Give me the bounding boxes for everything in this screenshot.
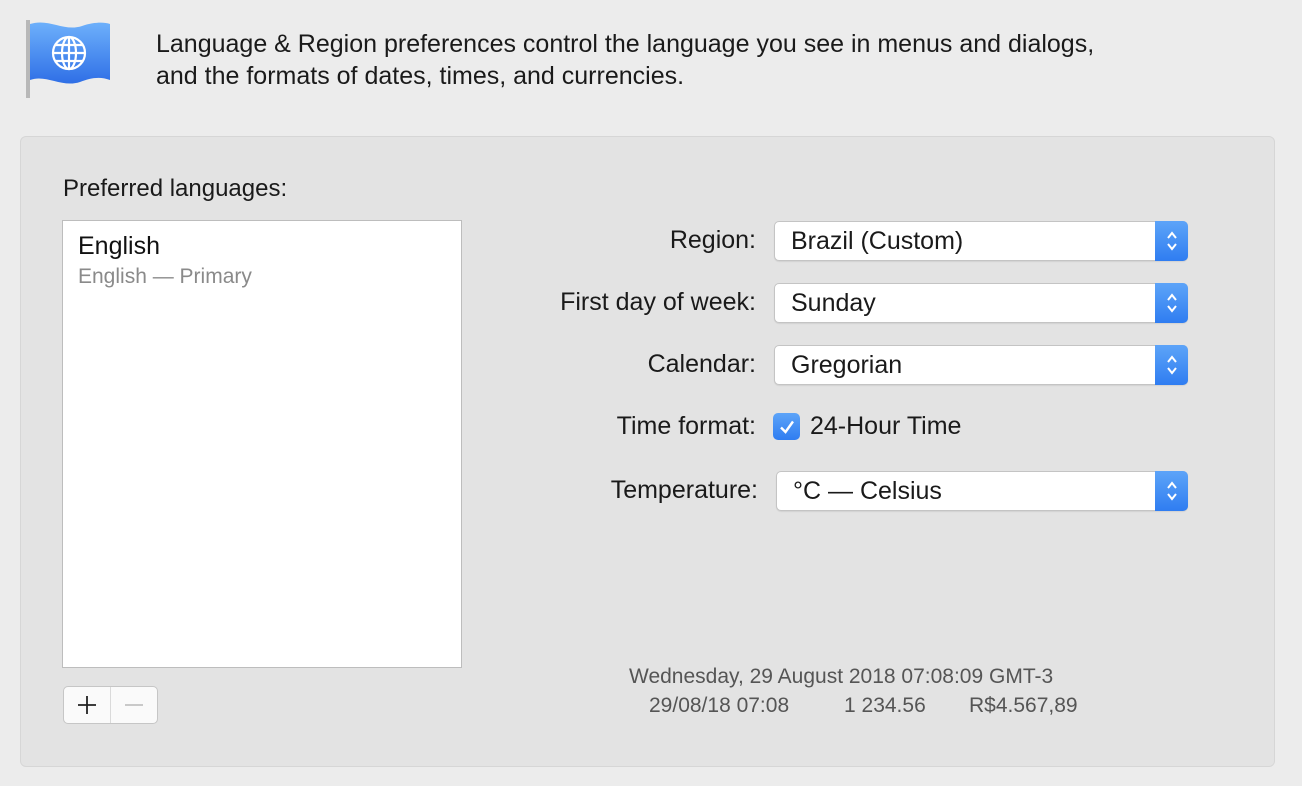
checkmark-icon [779,420,794,434]
chevron-up-down-icon [1155,221,1188,261]
first-day-label: First day of week: [560,288,756,316]
temperature-popup[interactable]: °C — Celsius [776,471,1188,511]
calendar-value: Gregorian [791,351,903,379]
24-hour-label[interactable]: 24-Hour Time [810,412,961,441]
sample-long-date: Wednesday, 29 August 2018 07:08:09 GMT-3 [629,665,1054,688]
minus-icon [125,704,143,706]
first-day-value: Sunday [791,289,876,317]
description-line-1: Language & Region preferences control th… [156,30,1095,58]
language-name: English [78,232,160,260]
remove-language-button[interactable] [110,687,157,723]
sample-number: 1 234.56 [844,694,926,717]
region-label: Region: [669,226,756,254]
24-hour-checkbox[interactable] [773,413,800,440]
globe-flag-icon [24,18,114,102]
description: Language & Region preferences control th… [156,28,1094,92]
region-popup[interactable]: Brazil (Custom) [774,221,1188,261]
calendar-label: Calendar: [647,350,756,378]
sample-currency: R$4.567,89 [969,694,1078,717]
first-day-popup[interactable]: Sunday [774,283,1188,323]
region-value: Brazil (Custom) [791,227,964,255]
add-language-button[interactable] [64,687,110,723]
chevron-up-down-icon [1155,471,1188,511]
sample-short-date: 29/08/18 07:08 [649,694,790,717]
preferred-languages-label: Preferred languages: [63,175,288,202]
temperature-label: Temperature: [610,476,758,504]
calendar-popup[interactable]: Gregorian [774,345,1188,385]
language-detail: English — Primary [78,265,252,288]
chevron-up-down-icon [1155,283,1188,323]
time-format-label: Time format: [616,412,756,440]
list-item[interactable]: English English — Primary [78,229,252,291]
temperature-value: °C — Celsius [793,477,942,505]
add-remove-control [63,686,158,724]
language-list[interactable]: English English — Primary [62,220,462,668]
chevron-up-down-icon [1155,345,1188,385]
plus-icon [78,696,96,714]
description-line-2: and the formats of dates, times, and cur… [156,62,685,90]
